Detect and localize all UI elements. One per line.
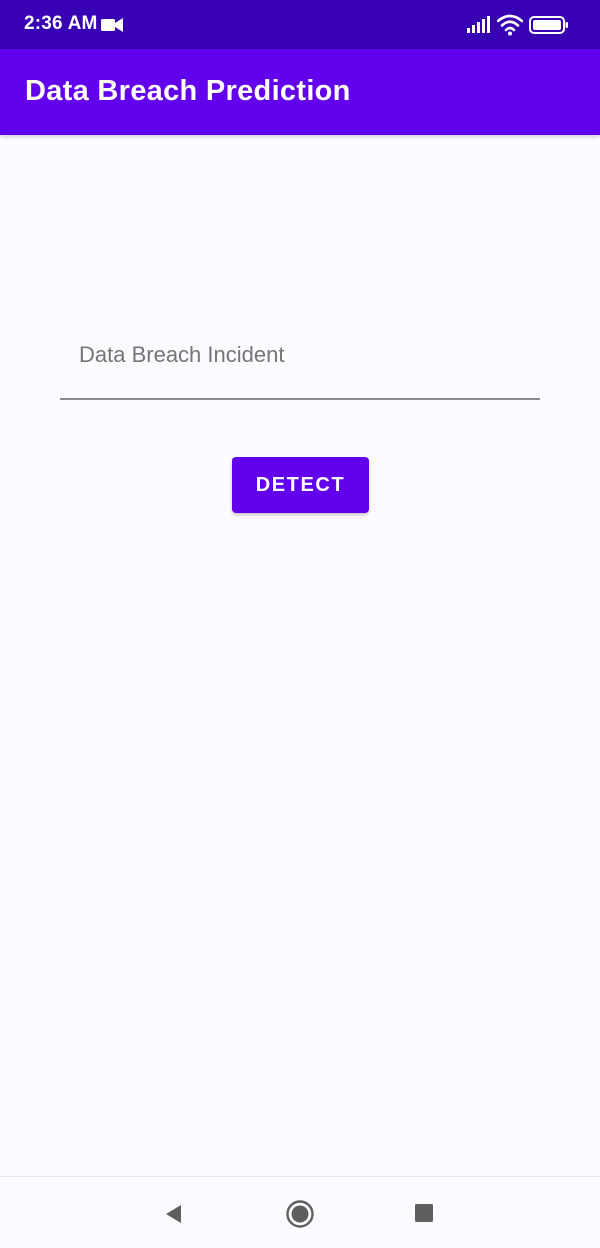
input-underline bbox=[60, 398, 540, 400]
wifi-icon bbox=[497, 14, 523, 36]
app-title: Data Breach Prediction bbox=[25, 75, 351, 107]
data-breach-incident-field[interactable] bbox=[60, 322, 540, 400]
status-bar: 2:36 AM bbox=[0, 0, 600, 49]
battery-icon bbox=[529, 16, 568, 34]
recents-icon[interactable] bbox=[415, 1204, 433, 1222]
detect-button[interactable]: DETECT bbox=[232, 457, 369, 513]
status-time: 2:36 AM bbox=[24, 13, 98, 34]
data-breach-incident-input[interactable] bbox=[79, 342, 519, 368]
cell-signal-icon bbox=[467, 16, 490, 33]
home-icon[interactable] bbox=[285, 1199, 315, 1229]
app-screen: 2:36 AM Data Breach Prediction Data Brea… bbox=[0, 0, 600, 1248]
back-icon[interactable] bbox=[163, 1203, 185, 1225]
navigation-bar bbox=[0, 1176, 600, 1248]
video-camera-icon bbox=[101, 18, 123, 32]
app-bar: Data Breach Prediction bbox=[0, 49, 600, 135]
